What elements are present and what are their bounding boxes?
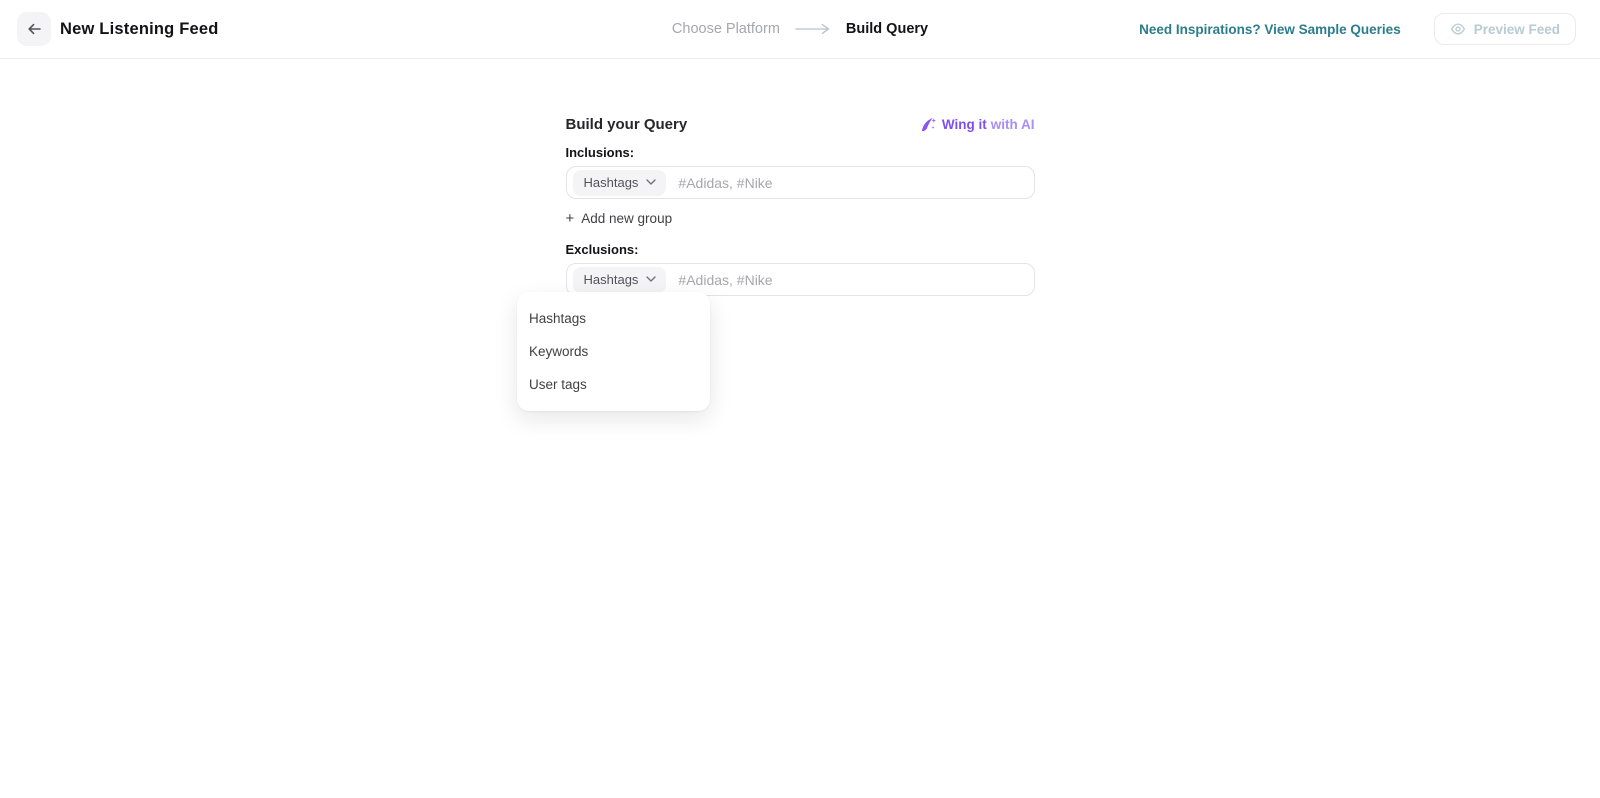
menu-item-keywords[interactable]: Keywords [517,335,710,368]
wing-it-with-ai-button[interactable]: Wing it with AI [920,116,1035,133]
with-ai-label: with AI [991,117,1035,132]
chevron-down-icon [646,276,656,282]
back-button[interactable] [17,12,51,46]
inclusions-field: Hashtags [566,166,1035,199]
arrow-left-icon [25,20,43,38]
plus-icon: + [566,212,575,226]
wing-it-label: Wing it [942,117,987,132]
inclusions-label: Inclusions: [566,146,1035,159]
menu-item-user-tags[interactable]: User tags [517,368,710,401]
add-new-group-button[interactable]: + Add new group [566,211,673,227]
add-new-group-label: Add new group [581,211,672,227]
section-title: Build your Query [566,116,688,133]
eye-icon [1450,21,1466,37]
inclusions-query-input[interactable] [666,175,1033,191]
query-builder: Build your Query Wing it with AI Inclusi… [566,59,1035,296]
page-title: New Listening Feed [60,20,219,39]
step-build-query: Build Query [846,21,928,37]
header-actions: Need Inspirations? View Sample Queries P… [1139,13,1576,45]
step-choose-platform[interactable]: Choose Platform [672,21,780,37]
exclusions-type-select[interactable]: Hashtags [573,267,667,293]
breadcrumb-stepper: Choose Platform Build Query [672,21,928,37]
preview-feed-label: Preview Feed [1474,22,1560,37]
inclusions-type-value: Hashtags [584,175,639,190]
arrow-right-icon [795,23,831,35]
exclusions-query-input[interactable] [666,272,1033,288]
chevron-down-icon [646,179,656,185]
exclusions-label: Exclusions: [566,243,1035,256]
type-dropdown-menu: Hashtags Keywords User tags [517,292,710,411]
top-bar: New Listening Feed Choose Platform Build… [0,0,1600,59]
view-sample-queries-link[interactable]: Need Inspirations? View Sample Queries [1139,22,1401,37]
inclusions-type-select[interactable]: Hashtags [573,170,667,196]
menu-item-hashtags[interactable]: Hashtags [517,302,710,335]
preview-feed-button[interactable]: Preview Feed [1434,13,1576,45]
exclusions-type-value: Hashtags [584,272,639,287]
quill-sparkle-icon [920,116,942,133]
